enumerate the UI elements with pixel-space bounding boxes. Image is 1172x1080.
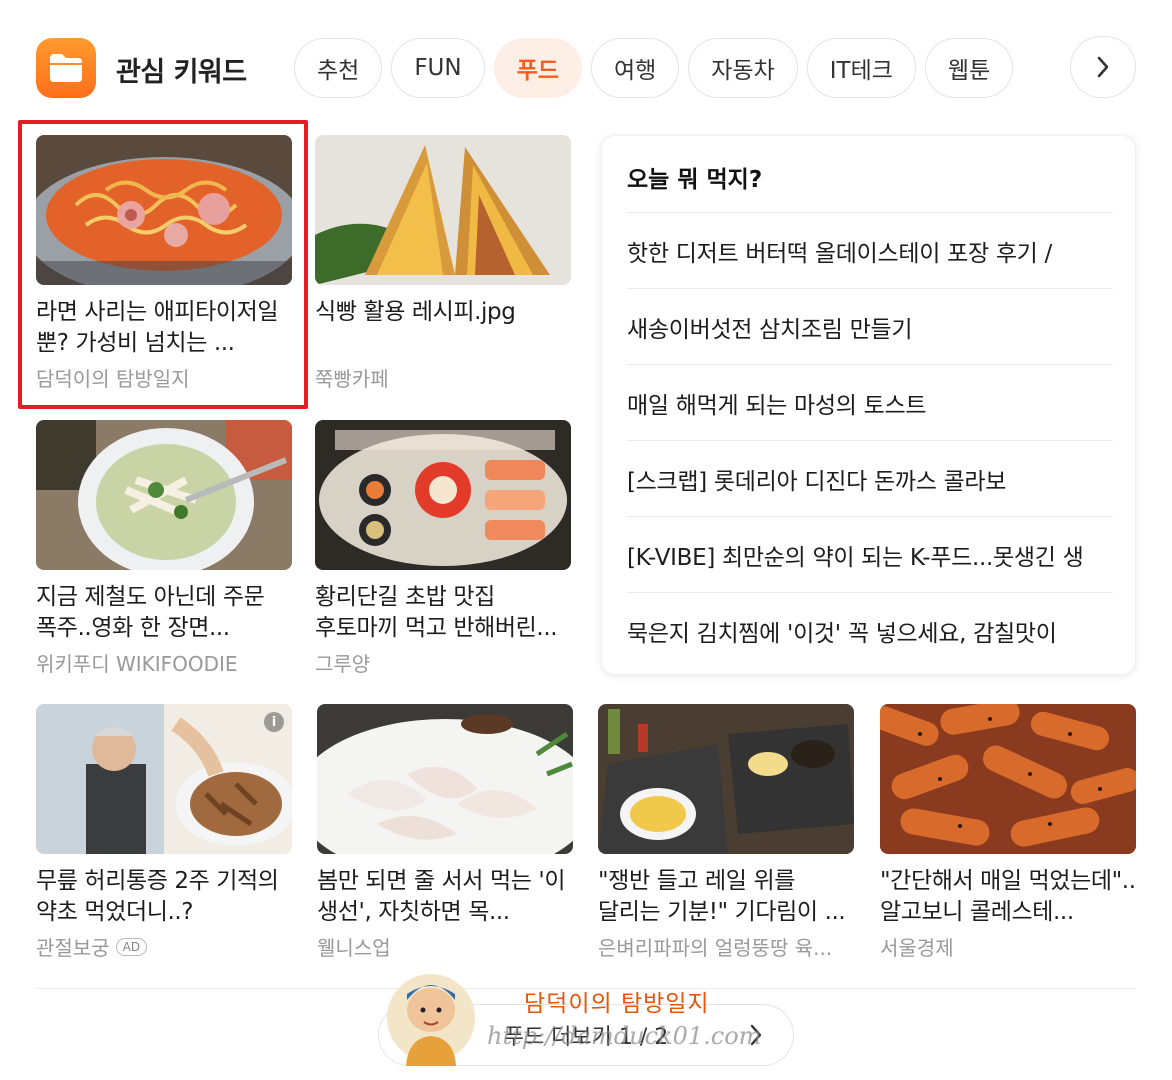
list-item[interactable]: 묵은지 김치찜에 '이것' 꼭 넣으세요, 감칠맛이 (627, 592, 1113, 668)
tabs-next-button[interactable] (1070, 36, 1136, 98)
source-label: 은벼리파파의 얼렁뚱땅 육... (598, 936, 833, 960)
chevron-right-icon (1097, 56, 1109, 78)
card-source: 웰니스업 (317, 932, 573, 961)
tab-it-tech[interactable]: IT테크 (806, 38, 916, 98)
watermark-url: http://damduck01.com (487, 1022, 762, 1050)
card-source: 은벼리파파의 얼렁뚱땅 육... (598, 932, 854, 961)
sushi-platter-photo[interactable] (315, 420, 571, 570)
watermark-name: 담덕이의 탐방일지 (524, 991, 710, 1017)
source-label: 위키푸디 WIKIFOODIE (36, 652, 238, 676)
list-item[interactable]: 새송이버섯전 삼치조림 만들기 (627, 288, 1113, 364)
keyword-tabs: 추천 FUN 푸드 여행 자동차 IT테크 웹툰 (294, 38, 1136, 98)
card-title[interactable]: 지금 제철도 아닌데 주문 폭주..영화 한 장면... (36, 582, 292, 644)
tab-webtoon[interactable]: 웹툰 (924, 38, 1014, 98)
card-title[interactable]: 봄만 되면 줄 서서 먹는 '이 생선', 자칫하면 목... (317, 866, 573, 928)
page-title: 관심 키워드 (116, 57, 247, 88)
card-title[interactable]: "간단해서 매일 먹었는데"..알고보니 콜레스테... (880, 866, 1136, 928)
list-item[interactable]: 핫한 디저트 버터떡 올데이스테이 포장 후기 / (627, 212, 1113, 288)
ad-badge: AD (115, 937, 148, 956)
source-label: 쭉빵카페 (315, 367, 389, 391)
info-icon[interactable]: i (264, 712, 284, 732)
card-title[interactable]: "쟁반 들고 레일 위를 달리는 기분!" 기다림이 ... (598, 866, 854, 928)
tab-travel[interactable]: 여행 (590, 38, 680, 98)
card-source: 쭉빵카페 (315, 363, 571, 392)
news-card[interactable]: 봄만 되면 줄 서서 먹는 '이 생선', 자칫하면 목... 웰니스업 (317, 704, 573, 961)
list-item[interactable]: [K-VIBE] 최만순의 약이 되는 K-푸드...못생긴 생 (627, 516, 1113, 592)
source-label: 서울경제 (880, 936, 954, 960)
watermark-avatar (386, 970, 476, 1066)
news-card[interactable]: 지금 제철도 아닌데 주문 폭주..영화 한 장면... 위키푸디 WIKIFO… (36, 420, 292, 677)
news-card[interactable]: "간단해서 매일 먹었는데"..알고보니 콜레스테... 서울경제 (880, 704, 1136, 961)
side-panel: 오늘 뭐 먹지? 핫한 디저트 버터떡 올데이스테이 포장 후기 / 새송이버섯… (601, 135, 1136, 675)
highlight-box (18, 120, 308, 409)
ad-card[interactable]: i 무릎 허리통증 2주 기적의 약초 먹었더니..? 관절보궁 AD (36, 704, 292, 961)
news-card[interactable]: "쟁반 들고 레일 위를 달리는 기분!" 기다림이 ... 은벼리파파의 얼렁… (598, 704, 854, 961)
source-label: 관절보궁 (36, 936, 110, 960)
sausages-photo[interactable] (880, 704, 1136, 854)
news-card[interactable]: 황리단길 초밥 맛집 후토마끼 먹고 반해버린... 그루양 (315, 420, 571, 677)
card-title[interactable]: 황리단길 초밥 맛집 후토마끼 먹고 반해버린... (315, 582, 571, 644)
card-source: 그루양 (315, 648, 571, 677)
noodle-soup-photo[interactable] (36, 420, 292, 570)
tray-meal-photo[interactable] (598, 704, 854, 854)
card-source: 관절보궁 AD (36, 932, 292, 961)
source-label: 그루양 (315, 652, 371, 676)
list-item[interactable]: 매일 해먹게 되는 마성의 토스트 (627, 364, 1113, 440)
tab-fun[interactable]: FUN (391, 38, 485, 98)
raw-fish-photo[interactable] (317, 704, 573, 854)
list-item[interactable]: [스크랩] 롯데리아 디진다 돈까스 콜라보 (627, 440, 1113, 516)
news-card[interactable]: 식빵 활용 레시피.jpg 쭉빵카페 (315, 135, 571, 392)
folder-icon[interactable] (36, 38, 96, 98)
card-source: 위키푸디 WIKIFOODIE (36, 648, 292, 677)
card-source: 서울경제 (880, 932, 1136, 961)
tab-recommend[interactable]: 추천 (294, 38, 383, 98)
tab-food[interactable]: 푸드 (493, 38, 582, 98)
side-title: 오늘 뭐 먹지? (627, 167, 763, 193)
side-list: 핫한 디저트 버터떡 올데이스테이 포장 후기 / 새송이버섯전 삼치조림 만들… (627, 212, 1113, 668)
tab-car[interactable]: 자동차 (688, 38, 798, 98)
source-label: 웰니스업 (317, 936, 391, 960)
herbal-ad-photo[interactable]: i (36, 704, 292, 854)
card-title[interactable]: 무릎 허리통증 2주 기적의 약초 먹었더니..? (36, 866, 292, 928)
header: 관심 키워드 추천 FUN 푸드 여행 자동차 IT테크 웹툰 (36, 36, 1136, 98)
card-title[interactable]: 식빵 활용 레시피.jpg (315, 297, 571, 359)
toast-sandwich-photo[interactable] (315, 135, 571, 285)
